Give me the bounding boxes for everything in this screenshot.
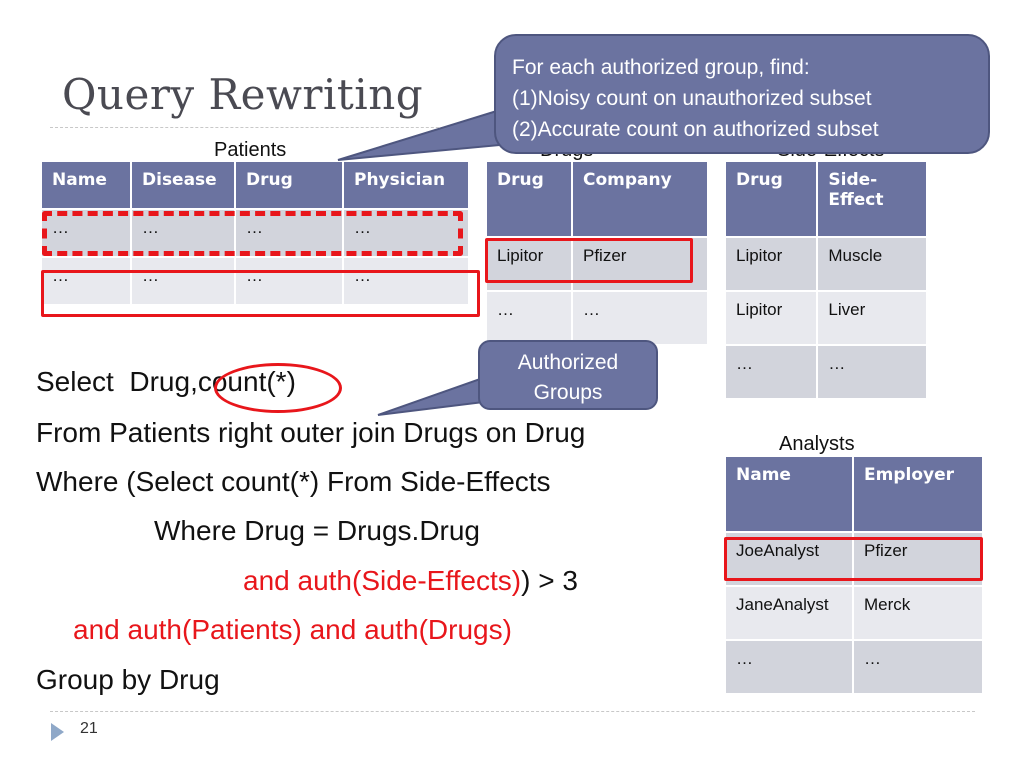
table-cell: Muscle <box>818 238 926 290</box>
callout-line: (1)Noisy count on unauthorized subset <box>512 87 872 110</box>
table-row: … … <box>487 292 707 344</box>
authorized-groups-callout: Authorized Groups <box>478 340 658 410</box>
callout-line: For each authorized group, find: <box>512 56 810 79</box>
column-header: Employer <box>854 457 982 531</box>
table-row: Lipitor Liver <box>726 292 926 344</box>
table-cell: Lipitor <box>726 238 817 290</box>
query-line-5: and auth(Side-Effects)) > 3 <box>243 565 578 597</box>
analyst-highlight <box>724 537 983 581</box>
column-header: Name <box>42 162 130 208</box>
query-line-6: and auth(Patients) and auth(Drugs) <box>73 614 512 645</box>
table-cell: … <box>726 346 817 398</box>
query-line-4: Where Drug = Drugs.Drug <box>154 515 481 546</box>
table-cell: … <box>573 292 707 344</box>
column-header: Name <box>726 457 852 531</box>
auth-side-effects-clause: and auth(Side-Effects) <box>243 565 522 596</box>
count-highlight-oval <box>214 363 342 413</box>
column-header: Drug <box>487 162 571 236</box>
table-row: JaneAnalyst Merck <box>726 587 982 639</box>
patients-caption: Patients <box>214 139 287 161</box>
table-cell: … <box>818 346 926 398</box>
slide-bullet-icon <box>51 723 64 741</box>
table-row: … … <box>726 346 926 398</box>
column-header: Side-Effect <box>818 162 926 236</box>
group-count-callout: For each authorized group, find: (1)Nois… <box>494 34 990 154</box>
table-cell: … <box>487 292 571 344</box>
column-header: Disease <box>132 162 234 208</box>
query-line-2: From Patients right outer join Drugs on … <box>36 417 586 448</box>
footer-divider <box>50 711 975 712</box>
column-header: Drug <box>236 162 342 208</box>
unauthorized-row-highlight <box>42 211 463 256</box>
query-line-7: Group by Drug <box>36 664 220 695</box>
table-cell: JaneAnalyst <box>726 587 852 639</box>
query-select: Select Drug, <box>36 366 198 397</box>
authorized-row-highlight <box>41 270 480 317</box>
column-header: Company <box>573 162 707 236</box>
table-cell: Merck <box>854 587 982 639</box>
table-cell: Lipitor <box>726 292 817 344</box>
query-threshold: ) > 3 <box>521 565 578 596</box>
table-cell: … <box>854 641 982 693</box>
callout-line: Authorized <box>517 351 619 374</box>
query-line-3: Where (Select count(*) From Side-Effects <box>36 466 551 497</box>
drug-group-highlight <box>485 238 693 283</box>
side-effects-table: Drug Side-Effect Lipitor Muscle Lipitor … <box>724 160 928 400</box>
table-row: Lipitor Muscle <box>726 238 926 290</box>
table-row: … … <box>726 641 982 693</box>
table-cell: Liver <box>818 292 926 344</box>
column-header: Drug <box>726 162 817 236</box>
analysts-caption: Analysts <box>779 433 855 455</box>
page-number: 21 <box>80 720 98 737</box>
table-cell: … <box>726 641 852 693</box>
callout-line: (2)Accurate count on authorized subset <box>512 118 879 141</box>
callout-line: Groups <box>533 381 603 404</box>
